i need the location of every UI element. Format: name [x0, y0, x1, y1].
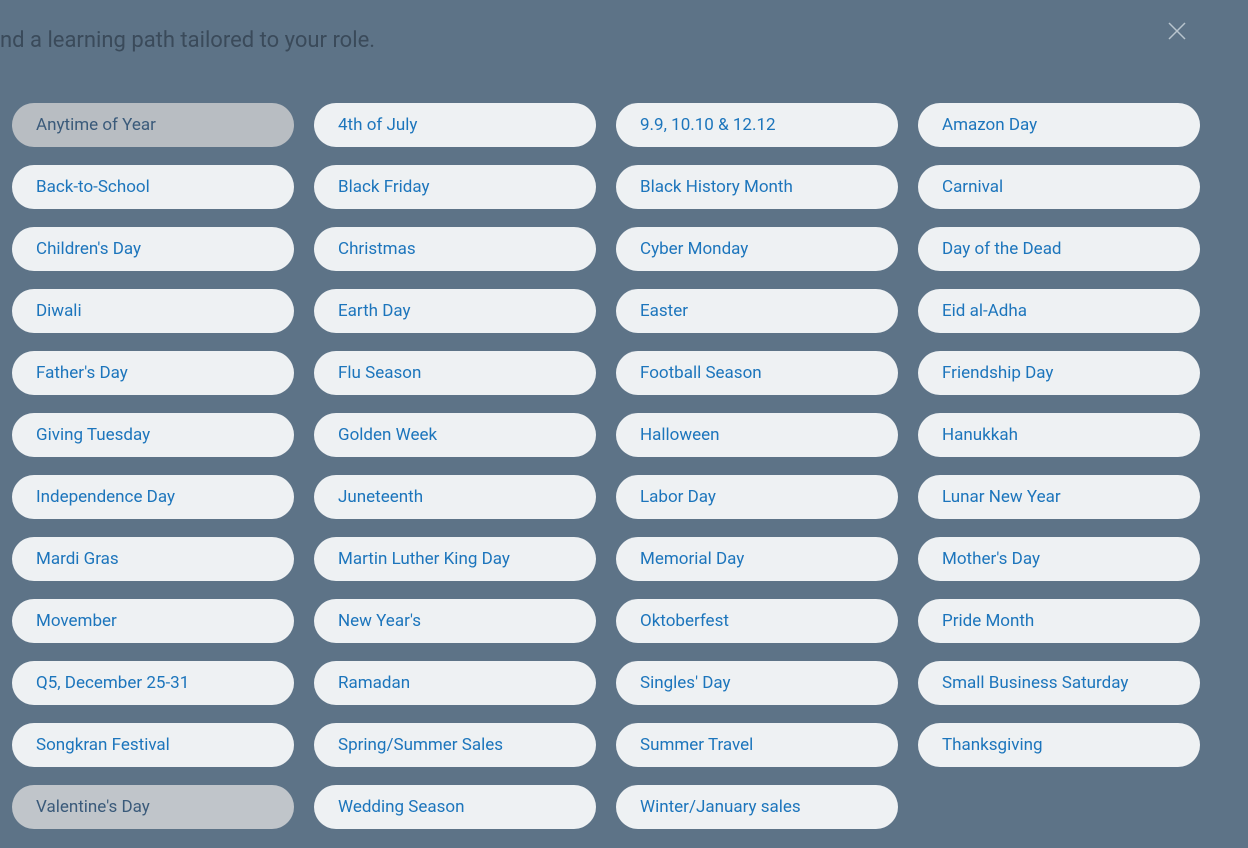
filter-pill[interactable]: Golden Week — [314, 413, 596, 457]
filter-pill-label: Football Season — [640, 363, 762, 383]
filter-pill-label: 9.9, 10.10 & 12.12 — [640, 115, 776, 135]
filter-pill-label: Labor Day — [640, 487, 716, 507]
filter-pill[interactable]: 9.9, 10.10 & 12.12 — [616, 103, 898, 147]
filter-pill[interactable]: Easter — [616, 289, 898, 333]
filter-pill-label: Children's Day — [36, 239, 141, 259]
filter-pill[interactable]: Movember — [12, 599, 294, 643]
filter-pill[interactable]: 4th of July — [314, 103, 596, 147]
filter-pill-label: Martin Luther King Day — [338, 549, 510, 569]
filter-pill-label: Wedding Season — [338, 797, 465, 817]
filter-pill-label: Golden Week — [338, 425, 437, 445]
filter-pill-grid: Anytime of Year 4th of July 9.9, 10.10 & 1… — [12, 103, 1200, 829]
filter-pill[interactable]: Spring/Summer Sales — [314, 723, 596, 767]
filter-pill[interactable]: Children's Day — [12, 227, 294, 271]
filter-pill-label: Carnival — [942, 177, 1003, 197]
filter-pill-label: Diwali — [36, 301, 82, 321]
filter-pill[interactable]: Anytime of Year — [12, 103, 294, 147]
filter-pill-label: Amazon Day — [942, 115, 1037, 135]
filter-pill-label: Songkran Festival — [36, 735, 170, 755]
filter-pill-label: Winter/January sales — [640, 797, 801, 817]
filter-pill[interactable]: Christmas — [314, 227, 596, 271]
filter-pill-label: Back-to-School — [36, 177, 150, 197]
filter-pill[interactable]: Labor Day — [616, 475, 898, 519]
filter-pill[interactable]: Mother's Day — [918, 537, 1200, 581]
filter-pill-label: Eid al-Adha — [942, 301, 1027, 321]
filter-pill-label: Halloween — [640, 425, 720, 445]
header-subtitle: nd a learning path tailored to your role… — [0, 28, 375, 53]
filter-pill-label: 4th of July — [338, 115, 417, 135]
filter-pill-label: Lunar New Year — [942, 487, 1061, 507]
filter-pill[interactable]: Mardi Gras — [12, 537, 294, 581]
filter-pill[interactable]: Pride Month — [918, 599, 1200, 643]
filter-pill[interactable]: Flu Season — [314, 351, 596, 395]
filter-pill-label: Independence Day — [36, 487, 175, 507]
filter-pill-label: Small Business Saturday — [942, 673, 1128, 693]
filter-pill[interactable]: Summer Travel — [616, 723, 898, 767]
filter-pill-label: Oktoberfest — [640, 611, 729, 631]
filter-pill[interactable]: Cyber Monday — [616, 227, 898, 271]
filter-pill[interactable]: Friendship Day — [918, 351, 1200, 395]
filter-pill[interactable]: Small Business Saturday — [918, 661, 1200, 705]
filter-pill-label: Singles' Day — [640, 673, 731, 693]
filter-pill[interactable]: Black History Month — [616, 165, 898, 209]
filter-pill-label: Friendship Day — [942, 363, 1053, 383]
filter-pill-label: Black Friday — [338, 177, 430, 197]
filter-pill[interactable]: Eid al-Adha — [918, 289, 1200, 333]
filter-pill-label: Giving Tuesday — [36, 425, 150, 445]
filter-pill-label: Mardi Gras — [36, 549, 119, 569]
filter-pill-label: Father's Day — [36, 363, 128, 383]
filter-pill[interactable]: Singles' Day — [616, 661, 898, 705]
filter-pill[interactable]: Halloween — [616, 413, 898, 457]
filter-pill[interactable]: Lunar New Year — [918, 475, 1200, 519]
filter-pill-label: Spring/Summer Sales — [338, 735, 503, 755]
filter-pill-label: Movember — [36, 611, 117, 631]
filter-pill[interactable]: Winter/January sales — [616, 785, 898, 829]
filter-pill-label: Christmas — [338, 239, 416, 259]
filter-pill[interactable]: Earth Day — [314, 289, 596, 333]
filter-pill[interactable]: Football Season — [616, 351, 898, 395]
filter-pill-label: Anytime of Year — [36, 115, 156, 135]
filter-pill[interactable]: Black Friday — [314, 165, 596, 209]
filter-pill-label: Juneteenth — [338, 487, 423, 507]
filter-pill-label: Q5, December 25-31 — [36, 673, 189, 693]
filter-pill[interactable]: Ramadan — [314, 661, 596, 705]
filter-pill[interactable]: Juneteenth — [314, 475, 596, 519]
filter-pill-label: Easter — [640, 301, 688, 321]
filter-pill[interactable]: Thanksgiving — [918, 723, 1200, 767]
filter-pill-label: Pride Month — [942, 611, 1034, 631]
filter-pill[interactable]: Songkran Festival — [12, 723, 294, 767]
filter-pill[interactable]: Giving Tuesday — [12, 413, 294, 457]
filter-pill-label: Black History Month — [640, 177, 793, 197]
filter-pill[interactable]: Wedding Season — [314, 785, 596, 829]
filter-pill[interactable]: Father's Day — [12, 351, 294, 395]
filter-pill-label: Summer Travel — [640, 735, 753, 755]
filter-pill-label: Earth Day — [338, 301, 411, 321]
filter-pill-label: Cyber Monday — [640, 239, 748, 259]
filter-pill[interactable]: New Year's — [314, 599, 596, 643]
filter-pill-label: Flu Season — [338, 363, 421, 383]
filter-pill[interactable]: Q5, December 25-31 — [12, 661, 294, 705]
filter-pill[interactable]: Hanukkah — [918, 413, 1200, 457]
filter-pill-label: Memorial Day — [640, 549, 744, 569]
filter-pill[interactable]: Oktoberfest — [616, 599, 898, 643]
filter-pill[interactable]: Martin Luther King Day — [314, 537, 596, 581]
filter-pill[interactable]: Back-to-School — [12, 165, 294, 209]
close-icon[interactable] — [1168, 22, 1186, 40]
filter-pill[interactable]: Carnival — [918, 165, 1200, 209]
filter-pill-label: Thanksgiving — [942, 735, 1043, 755]
filter-pill[interactable]: Independence Day — [12, 475, 294, 519]
filter-pill-label: Day of the Dead — [942, 239, 1062, 259]
filter-pill[interactable]: Diwali — [12, 289, 294, 333]
filter-pill-label: Ramadan — [338, 673, 410, 693]
filter-pill-label: Hanukkah — [942, 425, 1018, 445]
filter-pill-label: Valentine's Day — [36, 797, 150, 817]
filter-pill-label: Mother's Day — [942, 549, 1040, 569]
filter-pill[interactable]: Valentine's Day — [12, 785, 294, 829]
filter-pill[interactable]: Memorial Day — [616, 537, 898, 581]
filter-pill-label: New Year's — [338, 611, 421, 631]
filter-pill[interactable]: Amazon Day — [918, 103, 1200, 147]
filter-pill[interactable]: Day of the Dead — [918, 227, 1200, 271]
